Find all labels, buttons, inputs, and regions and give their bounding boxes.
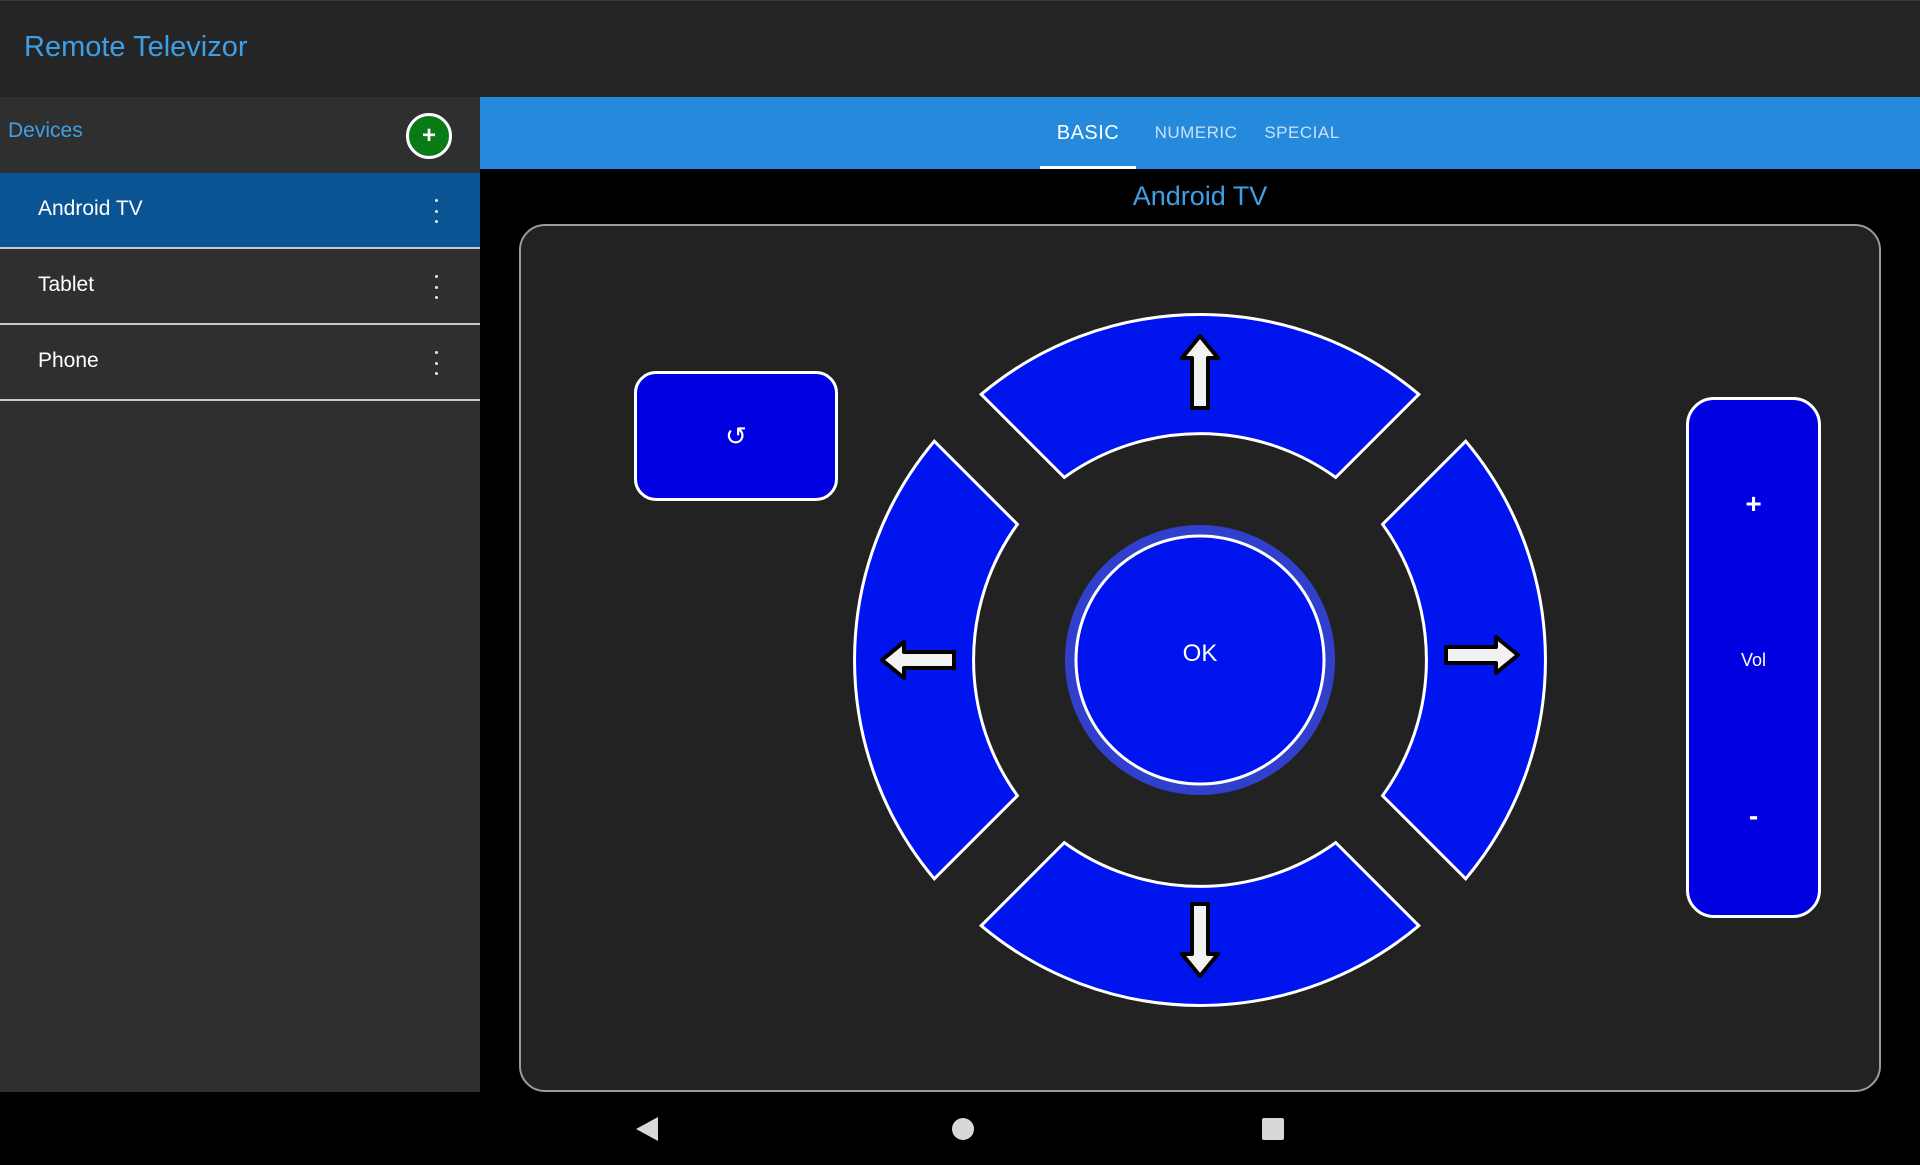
device-list: Android TV Tablet Phone <box>0 173 480 401</box>
device-item-tablet[interactable]: Tablet <box>0 249 480 325</box>
back-button[interactable]: ↺ <box>634 371 838 501</box>
volume-rocker[interactable]: + Vol - <box>1686 397 1821 918</box>
more-options-icon[interactable] <box>426 273 446 301</box>
devices-sidebar: Devices + Android TV Tablet Phone <box>0 97 480 1092</box>
devices-header: Devices + <box>0 97 480 173</box>
dpad-right-button[interactable] <box>1380 438 1547 882</box>
device-item-label: Phone <box>38 349 99 372</box>
tab-bar: BASIC NUMERIC SPECIAL <box>480 97 1920 169</box>
app-bar: Remote Televizor <box>0 0 1920 97</box>
more-options-icon[interactable] <box>426 349 446 377</box>
tab-special[interactable]: SPECIAL <box>1256 97 1348 169</box>
volume-label: Vol <box>1740 650 1767 670</box>
app-title: Remote Televizor <box>24 31 248 63</box>
dpad-up-button[interactable] <box>978 313 1422 480</box>
volume-up-button[interactable]: + <box>1689 488 1818 520</box>
dpad-down-button[interactable] <box>978 840 1422 1007</box>
device-item-label: Tablet <box>38 273 95 296</box>
remote-device-title: Android TV <box>1132 181 1268 211</box>
ok-label: OK <box>1182 640 1218 667</box>
nav-back-icon[interactable] <box>632 1114 662 1144</box>
nav-recents-icon[interactable] <box>1258 1114 1288 1144</box>
dpad-left-button[interactable] <box>853 438 1020 882</box>
tab-basic[interactable]: BASIC <box>1040 97 1136 169</box>
device-item-android-tv[interactable]: Android TV <box>0 173 480 249</box>
nav-home-icon[interactable] <box>948 1114 978 1144</box>
system-nav-bar <box>0 1092 1920 1165</box>
volume-down-button[interactable]: - <box>1689 800 1818 832</box>
devices-header-label: Devices <box>8 119 83 142</box>
add-device-button[interactable]: + <box>406 113 452 159</box>
tab-numeric[interactable]: NUMERIC <box>1146 97 1246 169</box>
device-item-phone[interactable]: Phone <box>0 325 480 401</box>
undo-icon: ↺ <box>725 420 747 451</box>
more-options-icon[interactable] <box>426 197 446 225</box>
device-item-label: Android TV <box>38 197 143 220</box>
